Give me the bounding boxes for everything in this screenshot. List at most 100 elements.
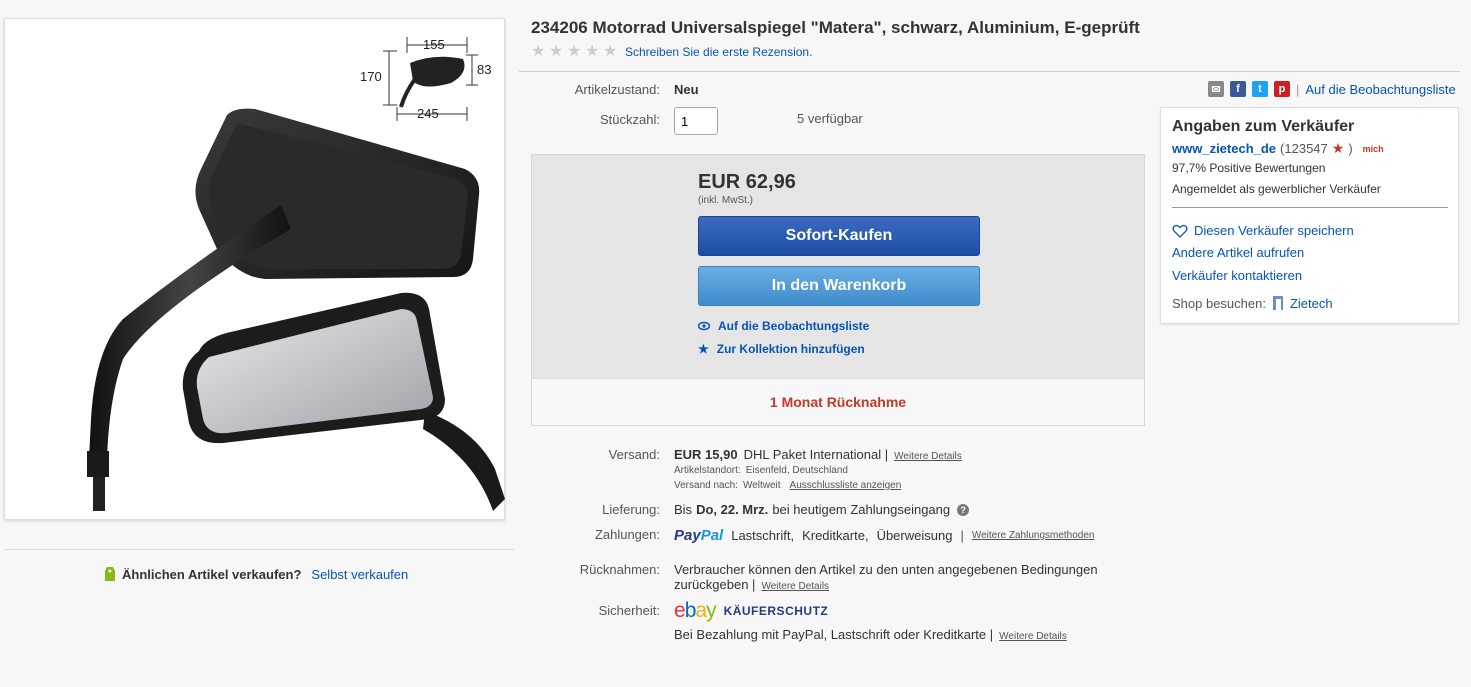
buyer-protection-label: KÄUFERSCHUTZ: [723, 604, 829, 618]
ships-to-value: Weltweit: [742, 480, 781, 491]
rating-row: ★ ★ ★ ★ ★ Schreiben Sie die erste Rezens…: [531, 43, 812, 60]
dim-width-bottom: 245: [417, 106, 439, 121]
condition-value: Neu: [674, 82, 699, 97]
shipping-row: EUR 15,90 DHL Paket International | Weit…: [674, 447, 962, 462]
security-label: Sicherheit:: [598, 603, 660, 618]
payment-separator: |: [960, 528, 964, 543]
add-to-cart-button[interactable]: In den Warenkorb: [698, 266, 980, 306]
returns-line1: Verbraucher können den Artikel zu den un…: [674, 562, 1098, 577]
price-note: (inkl. MwSt.): [698, 195, 753, 206]
security-note-row: Bei Bezahlung mit PayPal, Lastschrift od…: [674, 627, 1067, 642]
share-row: ✉ f t p | Auf die Beobachtungsliste: [1208, 81, 1456, 97]
dim-width-top: 155: [423, 37, 445, 52]
delivery-label: Lieferung:: [602, 502, 660, 517]
returns-label: Rücknahmen:: [579, 562, 660, 577]
pinterest-icon[interactable]: p: [1274, 81, 1290, 97]
seller-name[interactable]: www_zietech_de: [1172, 141, 1276, 156]
seller-divider: [1172, 207, 1448, 208]
paypal-logo: PayPal: [674, 527, 724, 544]
seller-name-row: www_zietech_de (123547 ★ ) mich: [1172, 140, 1384, 157]
star-icon: ★: [698, 342, 709, 356]
shop-label: Shop besuchen:: [1172, 295, 1266, 311]
collection-label: Zur Kollektion hinzufügen: [716, 342, 865, 356]
payment-method: Überweisung: [876, 528, 953, 543]
sell-similar-question: Ähnlichen Artikel verkaufen?: [122, 566, 302, 582]
buy-box: EUR 62,96 (inkl. MwSt.) Sofort-Kaufen In…: [531, 154, 1145, 426]
shop-link[interactable]: Zietech: [1290, 296, 1333, 311]
heart-icon: [1172, 224, 1188, 238]
quantity-label: Stückzahl:: [600, 112, 660, 127]
star-icon: ★: [549, 43, 564, 60]
product-image[interactable]: 155 170 83 245: [4, 18, 505, 520]
tag-icon: [105, 567, 115, 581]
sell-yourself-link[interactable]: Selbst verkaufen: [311, 567, 408, 582]
shipping-price: EUR 15,90: [674, 447, 738, 462]
sell-similar: Ähnlichen Artikel verkaufen? Selbst verk…: [104, 566, 408, 582]
write-review-link[interactable]: Schreiben Sie die erste Rezension.: [625, 45, 812, 59]
buy-now-button[interactable]: Sofort-Kaufen: [698, 216, 980, 256]
more-payments-link[interactable]: Weitere Zahlungsmethoden: [972, 530, 1095, 541]
watchlist-link[interactable]: Auf die Beobachtungsliste: [698, 319, 869, 333]
location-value: Eisenfeld, Deutschland: [745, 465, 848, 476]
shipping-label: Versand:: [608, 447, 660, 462]
eye-icon: [698, 321, 710, 331]
ships-to-label: Versand nach:: [674, 480, 738, 491]
quantity-available: 5 verfügbar: [797, 111, 863, 126]
quantity-input[interactable]: [674, 107, 718, 135]
feedback-score[interactable]: (123547: [1280, 141, 1328, 156]
delivery-row: Bis Do, 22. Mrz. bei heutigem Zahlungsei…: [674, 502, 970, 517]
ebay-buyer-protection: ebay KÄUFERSCHUTZ: [674, 599, 828, 623]
delivery-suffix: bei heutigem Zahlungseingang: [772, 502, 951, 517]
ships-to-row: Versand nach: Weltweit Ausschlussliste a…: [674, 480, 901, 491]
payment-method: Kreditkarte,: [802, 528, 869, 543]
save-seller-link[interactable]: Diesen Verkäufer speichern: [1172, 223, 1354, 238]
shop-row: Shop besuchen: Zietech: [1172, 295, 1333, 311]
returns-line2: zurückgeben |: [674, 577, 756, 592]
email-icon[interactable]: ✉: [1208, 81, 1224, 97]
payments-label: Zahlungen:: [594, 527, 660, 542]
location-row: Artikelstandort: Eisenfeld, Deutschland: [674, 465, 848, 476]
payments-row: PayPal Lastschrift, Kreditkarte, Überwei…: [674, 527, 1095, 544]
delivery-prefix: Bis: [674, 502, 693, 517]
watchlist-link-top[interactable]: Auf die Beobachtungsliste: [1305, 82, 1455, 97]
price: EUR 62,96: [698, 171, 796, 193]
security-details-link[interactable]: Weitere Details: [999, 631, 1067, 642]
returns-line2-row: zurückgeben | Weitere Details: [674, 577, 829, 592]
left-divider: [4, 549, 514, 550]
facebook-icon[interactable]: f: [1230, 81, 1246, 97]
contact-seller-link[interactable]: Verkäufer kontaktieren: [1172, 268, 1302, 283]
shipping-details-link[interactable]: Weitere Details: [894, 451, 962, 462]
product-title: 234206 Motorrad Universalspiegel "Matera…: [531, 18, 1140, 37]
save-seller-label: Diesen Verkäufer speichern: [1194, 223, 1354, 238]
exclusions-link[interactable]: Ausschlussliste anzeigen: [790, 480, 902, 491]
help-icon[interactable]: ?: [957, 503, 970, 516]
star-icon: ★: [567, 43, 582, 60]
condition-label: Artikelzustand:: [574, 82, 660, 97]
seller-box: Angaben zum Verkäufer www_zietech_de (12…: [1160, 107, 1459, 324]
delivery-date: Do, 22. Mrz.: [696, 502, 769, 517]
seller-heading: Angaben zum Verkäufer: [1172, 118, 1355, 135]
store-door-icon: [1272, 296, 1283, 310]
returns-badge: 1 Monat Rücknahme: [532, 378, 1144, 425]
returns-details-link[interactable]: Weitere Details: [761, 581, 829, 592]
add-collection-link[interactable]: ★ Zur Kollektion hinzufügen: [698, 342, 865, 356]
watchlist-label: Auf die Beobachtungsliste: [718, 319, 870, 333]
ebay-logo: ebay: [674, 599, 717, 622]
share-separator: |: [1296, 81, 1300, 97]
feedback-score-close: ): [1348, 141, 1353, 156]
me-badge: mich: [1362, 143, 1384, 154]
shipping-service: DHL Paket International |: [743, 447, 889, 462]
mirror-illustration: 155 170 83 245: [87, 37, 505, 511]
business-seller: Angemeldet als gewerblicher Verkäufer: [1172, 182, 1381, 196]
dim-height-right: 83: [477, 62, 491, 77]
positive-feedback: 97,7% Positive Bewertungen: [1172, 161, 1326, 175]
payment-method: Lastschrift,: [731, 528, 795, 543]
star-icon: ★: [531, 43, 546, 60]
dim-height-left: 170: [360, 69, 382, 84]
twitter-icon[interactable]: t: [1252, 81, 1268, 97]
star-icon: ★: [585, 43, 600, 60]
star-icon: ★: [603, 43, 618, 60]
other-items-link[interactable]: Andere Artikel aufrufen: [1172, 245, 1304, 260]
security-note: Bei Bezahlung mit PayPal, Lastschrift od…: [674, 627, 994, 642]
rating-star-icon: ★: [1331, 140, 1345, 156]
